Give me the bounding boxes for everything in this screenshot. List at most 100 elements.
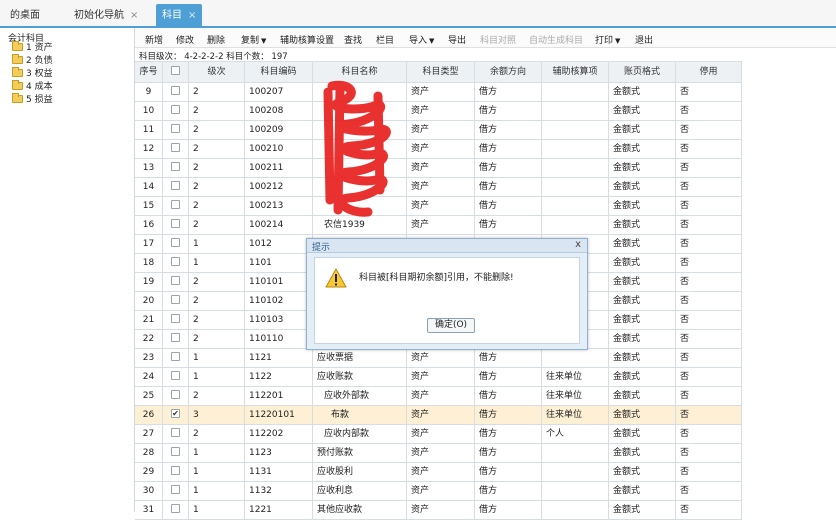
header-name[interactable]: 科目名称 [313, 62, 407, 82]
cell-select[interactable] [163, 330, 189, 348]
cell-select[interactable] [163, 501, 189, 519]
cell-disabled: 否 [676, 197, 742, 215]
row-checkbox[interactable] [171, 428, 180, 437]
header-code[interactable]: 科目编码 [245, 62, 313, 82]
row-checkbox[interactable] [171, 86, 180, 95]
row-checkbox[interactable] [171, 181, 180, 190]
row-checkbox[interactable] [171, 124, 180, 133]
header-disabled[interactable]: 停用 [676, 62, 742, 82]
tab-init-guide[interactable]: 初始化导航 × [68, 4, 144, 28]
cell-select[interactable] [163, 311, 189, 329]
table-row[interactable]: 11 2 100209 资产 借方 金额式否 [135, 121, 742, 140]
close-icon[interactable]: × [188, 10, 196, 21]
table-row[interactable]: 16 2 100214 农信1939 资产 借方 金额式否 [135, 216, 742, 235]
table-row[interactable]: 30 1 1132 应收利息 资产 借方 金额式否 [135, 482, 742, 501]
cell-select[interactable] [163, 273, 189, 291]
row-checkbox[interactable] [171, 219, 180, 228]
table-row[interactable]: 9 2 100207 资产 借方 金额式否 [135, 83, 742, 102]
cell-select[interactable] [163, 159, 189, 177]
row-checkbox[interactable] [171, 295, 180, 304]
export-button[interactable]: 导出 [448, 33, 466, 46]
table-row[interactable]: 10 2 100208 资产 借方 金额式否 [135, 102, 742, 121]
aux-settings-button[interactable]: 辅助核算设置 [280, 33, 334, 46]
cell-select[interactable] [163, 463, 189, 481]
select-all-checkbox[interactable] [171, 66, 180, 75]
row-checkbox[interactable] [171, 276, 180, 285]
tree-item-profit-loss[interactable]: 5 损益 [12, 92, 53, 107]
table-row[interactable]: 13 2 100211 资产 借方 金额式否 [135, 159, 742, 178]
cell-select[interactable] [163, 444, 189, 462]
table-row[interactable]: 14 2 100212 资产 借方 金额式否 [135, 178, 742, 197]
row-checkbox[interactable] [171, 447, 180, 456]
row-checkbox[interactable]: ✔ [171, 409, 180, 418]
tab-desktop[interactable]: 的桌面 [4, 4, 46, 28]
row-checkbox[interactable] [171, 352, 180, 361]
cell-select[interactable] [163, 254, 189, 272]
copy-button[interactable]: 复制 ▼ [241, 33, 266, 46]
table-row[interactable]: 27 2 112202 应收内部款 资产 借方 个人 金额式否 [135, 425, 742, 444]
cell-select[interactable] [163, 197, 189, 215]
cell-select[interactable] [163, 83, 189, 101]
header-aux[interactable]: 辅助核算项 [542, 62, 609, 82]
cell-select[interactable] [163, 216, 189, 234]
row-checkbox[interactable] [171, 371, 180, 380]
row-checkbox[interactable] [171, 238, 180, 247]
header-type[interactable]: 科目类型 [407, 62, 475, 82]
cell-select[interactable] [163, 292, 189, 310]
print-button[interactable]: 打印 ▼ [595, 33, 620, 46]
row-checkbox[interactable] [171, 485, 180, 494]
cell-select[interactable] [163, 482, 189, 500]
row-checkbox[interactable] [171, 105, 180, 114]
cell-select[interactable] [163, 235, 189, 253]
exit-button[interactable]: 退出 [635, 33, 653, 46]
folder-icon [12, 66, 23, 77]
header-format[interactable]: 账页格式 [609, 62, 676, 82]
tab-subjects[interactable]: 科目 × [156, 4, 203, 28]
cell-select[interactable] [163, 368, 189, 386]
cell-select[interactable] [163, 425, 189, 443]
close-icon[interactable]: × [130, 10, 138, 21]
cell-disabled: 否 [676, 178, 742, 196]
row-checkbox[interactable] [171, 162, 180, 171]
cell-level: 2 [189, 292, 245, 310]
cell-select[interactable] [163, 349, 189, 367]
row-checkbox[interactable] [171, 143, 180, 152]
header-select-all[interactable] [163, 62, 189, 82]
row-checkbox[interactable] [171, 257, 180, 266]
header-direction[interactable]: 余额方向 [475, 62, 542, 82]
row-checkbox[interactable] [171, 466, 180, 475]
cell-name: 应收账款 [313, 368, 407, 386]
header-seq[interactable]: 序号 [135, 62, 163, 82]
header-level[interactable]: 级次 [189, 62, 245, 82]
auto-generate-button[interactable]: 自动生成科目 [529, 33, 583, 46]
table-row[interactable]: 31 1 1221 其他应收款 资产 借方 金额式否 [135, 501, 742, 520]
edit-button[interactable]: 修改 [176, 33, 194, 46]
row-checkbox[interactable] [171, 314, 180, 323]
import-button[interactable]: 导入 ▼ [409, 33, 434, 46]
table-row[interactable]: 24 1 1122 应收账款 资产 借方 往来单位 金额式否 [135, 368, 742, 387]
cell-select[interactable] [163, 102, 189, 120]
columns-button[interactable]: 栏目 [376, 33, 394, 46]
cell-select[interactable] [163, 121, 189, 139]
ok-button[interactable]: 确定(O) [427, 318, 475, 333]
delete-button[interactable]: 删除 [207, 33, 225, 46]
add-button[interactable]: 新增 [145, 33, 163, 46]
table-row[interactable]: 26 ✔ 3 11220101 布款 资产 借方 往来单位 金额式否 [135, 406, 742, 425]
close-icon[interactable]: x [575, 239, 581, 250]
cell-select[interactable] [163, 178, 189, 196]
table-row[interactable]: 29 1 1131 应收股利 资产 借方 金额式否 [135, 463, 742, 482]
table-row[interactable]: 25 2 112201 应收外部款 资产 借方 往来单位 金额式否 [135, 387, 742, 406]
table-row[interactable]: 15 2 100213 资产 借方 金额式否 [135, 197, 742, 216]
cell-select[interactable] [163, 140, 189, 158]
table-row[interactable]: 12 2 100210 资产 借方 金额式否 [135, 140, 742, 159]
row-checkbox[interactable] [171, 390, 180, 399]
cell-select[interactable] [163, 387, 189, 405]
row-checkbox[interactable] [171, 200, 180, 209]
find-button[interactable]: 查找 [344, 33, 362, 46]
subject-match-button[interactable]: 科目对照 [480, 33, 516, 46]
cell-select[interactable]: ✔ [163, 406, 189, 424]
dialog-title-bar[interactable]: 提示 x [307, 239, 587, 253]
table-row[interactable]: 23 1 1121 应收票据 资产 借方 金额式否 [135, 349, 742, 368]
row-checkbox[interactable] [171, 333, 180, 342]
table-row[interactable]: 28 1 1123 预付账款 资产 借方 金额式否 [135, 444, 742, 463]
